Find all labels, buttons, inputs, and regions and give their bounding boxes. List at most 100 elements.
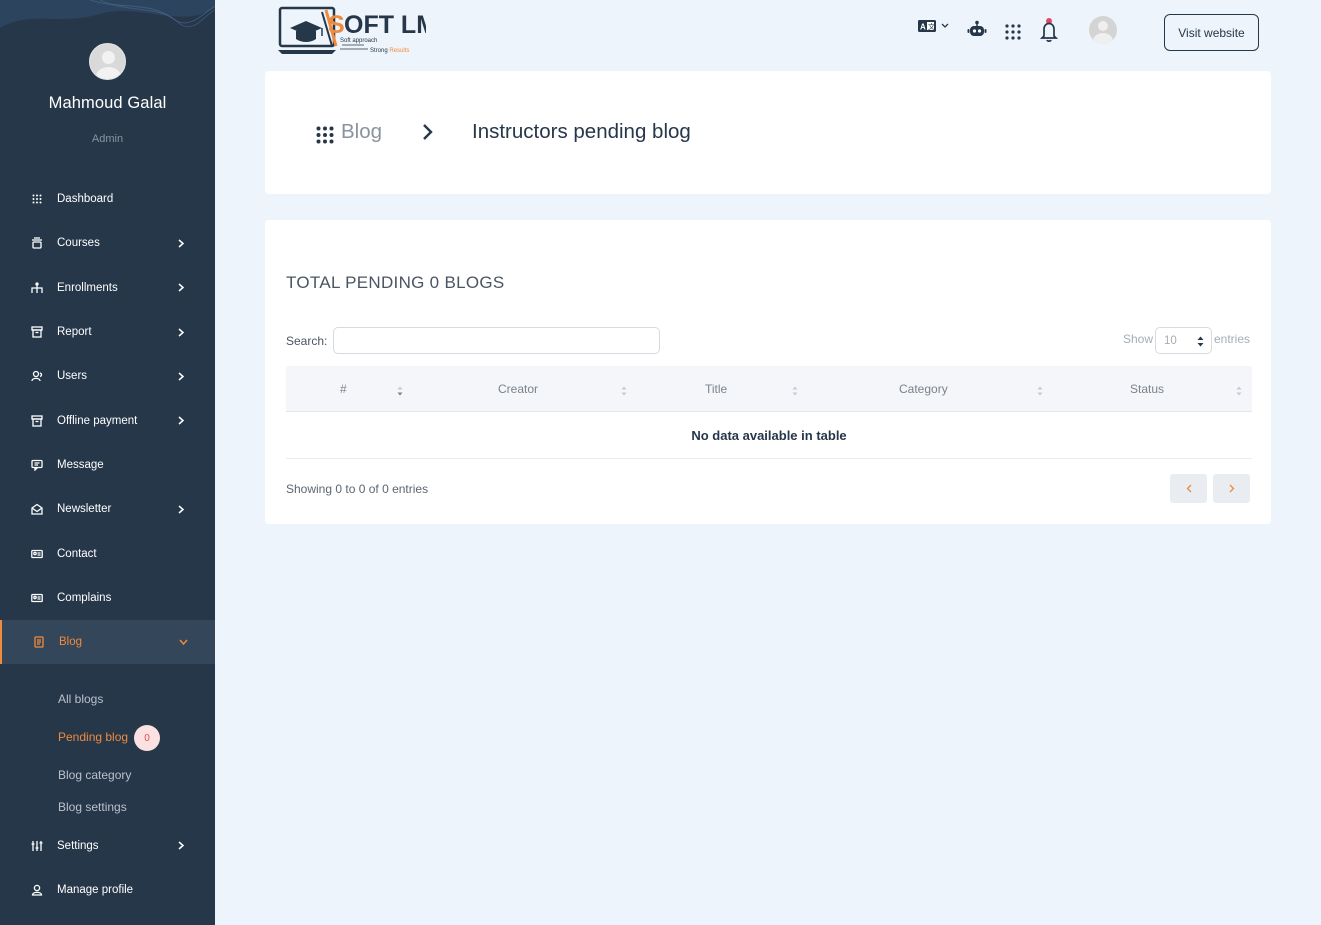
select-sort-arrows-icon xyxy=(1197,336,1204,347)
sidebar-item-courses[interactable]: Courses xyxy=(0,221,215,265)
sidebar-item-complains[interactable]: Complains xyxy=(0,576,215,620)
svg-text:Soft approach: Soft approach xyxy=(340,38,377,44)
section-heading: TOTAL PENDING 0 BLOGS xyxy=(286,273,505,292)
contact-icon xyxy=(30,547,44,561)
apps-button[interactable] xyxy=(1005,24,1021,45)
sidebar-profile: Mahmoud Galal Admin xyxy=(0,43,215,145)
show-label: Show xyxy=(1123,332,1154,346)
sidebar-item-label: Courses xyxy=(57,237,100,250)
chevron-right-icon xyxy=(176,416,186,426)
sort-icon[interactable] xyxy=(1236,383,1242,396)
apps-grid-icon xyxy=(1005,24,1021,44)
sidebar-item-label: Complains xyxy=(57,591,112,604)
breadcrumb-parent-link[interactable]: Blog xyxy=(341,120,382,144)
search-input[interactable] xyxy=(333,327,660,354)
sidebar-bottom-menu: Settings Manage profile xyxy=(0,824,215,913)
blog-icon xyxy=(32,635,46,649)
sidebar-item-label: Message xyxy=(57,458,104,471)
chevron-right-icon xyxy=(176,371,186,381)
column-header-category[interactable]: Category xyxy=(899,382,948,396)
entries-label: entries xyxy=(1214,332,1251,346)
column-header-title[interactable]: Title xyxy=(705,382,727,396)
submenu-item-pending-blog[interactable]: Pending blog xyxy=(58,730,128,744)
sidebar-item-settings[interactable]: Settings xyxy=(0,824,215,868)
page-title: Instructors pending blog xyxy=(472,120,691,143)
sidebar-item-newsletter[interactable]: Newsletter xyxy=(0,487,215,531)
breadcrumb-card: Blog Instructors pending blog xyxy=(265,71,1271,194)
profile-icon xyxy=(30,883,44,897)
submenu-item-all-blogs[interactable]: All blogs xyxy=(58,692,103,706)
grid-dots-icon xyxy=(316,126,334,144)
sidebar-item-manage-profile[interactable]: Manage profile xyxy=(0,868,215,912)
visit-website-button[interactable]: Visit website xyxy=(1164,14,1259,51)
sidebar-item-label: Dashboard xyxy=(57,193,114,206)
chevron-left-icon xyxy=(1186,481,1192,496)
sidebar-item-label: Manage profile xyxy=(57,883,134,896)
submenu-item-blog-settings[interactable]: Blog settings xyxy=(58,800,127,814)
sidebar-item-label: Blog xyxy=(59,636,83,649)
complains-icon xyxy=(30,591,44,605)
report-icon xyxy=(30,325,44,339)
offline-payment-icon xyxy=(30,414,44,428)
sidebar-item-label: Settings xyxy=(57,839,99,852)
language-switcher[interactable]: A 文 xyxy=(917,18,951,39)
sidebar-item-label: Contact xyxy=(57,547,97,560)
soft-lms-logo[interactable]: S OFT LMS Soft approach Strong Results xyxy=(278,6,454,56)
entries-per-page-select[interactable]: 10 xyxy=(1155,327,1212,354)
sidebar-item-dashboard[interactable]: Dashboard xyxy=(0,177,215,221)
admin-role: Admin xyxy=(91,133,124,145)
newsletter-icon xyxy=(30,502,44,516)
sidebar-item-enrollments[interactable]: Enrollments xyxy=(0,266,215,310)
courses-icon xyxy=(30,236,44,250)
admin-avatar[interactable] xyxy=(89,43,126,80)
sidebar-item-message[interactable]: Message xyxy=(0,443,215,487)
next-page-button[interactable] xyxy=(1213,474,1250,503)
logo-text: OFT LMS xyxy=(344,11,426,39)
notification-bell-icon xyxy=(1039,18,1059,47)
sidebar-item-label: Enrollments xyxy=(57,281,118,294)
column-header-creator[interactable]: Creator xyxy=(498,382,538,396)
table-empty-row: No data available in table xyxy=(286,412,1252,459)
user-avatar[interactable] xyxy=(1089,16,1117,44)
sidebar-menu: Dashboard Courses Enrollments Report Use… xyxy=(0,177,215,665)
pending-blogs-card: TOTAL PENDING 0 BLOGS Search: Show 10 en… xyxy=(265,220,1271,524)
search-label: Search: xyxy=(286,334,328,348)
chevron-right-icon xyxy=(1229,481,1235,496)
sort-icon[interactable] xyxy=(397,383,403,396)
table-info: Showing 0 to 0 of 0 entries xyxy=(286,482,429,496)
sidebar-item-label: Report xyxy=(57,326,92,339)
sidebar-item-blog[interactable]: Blog xyxy=(0,619,215,665)
chevron-right-icon xyxy=(421,123,435,141)
enrollments-icon xyxy=(30,281,44,295)
sort-icon[interactable] xyxy=(792,383,798,396)
robot-icon xyxy=(967,20,987,42)
chevron-right-icon xyxy=(176,283,186,293)
notification-button[interactable] xyxy=(1039,17,1059,48)
robot-button[interactable] xyxy=(967,20,987,43)
sidebar-item-label: Users xyxy=(57,370,88,383)
sort-icon[interactable] xyxy=(621,383,627,396)
svg-text:A: A xyxy=(920,23,926,32)
dashboard-grid-icon xyxy=(30,192,44,206)
sidebar-item-label: Newsletter xyxy=(57,503,112,516)
entries-select-value: 10 xyxy=(1164,334,1177,347)
svg-text:Strong Results: Strong Results xyxy=(370,48,409,54)
language-icon: A 文 xyxy=(917,20,951,38)
chevron-right-icon xyxy=(176,327,186,337)
chevron-down-icon xyxy=(178,637,188,647)
sidebar-item-offline-payment[interactable]: Offline payment xyxy=(0,398,215,442)
column-header-number[interactable]: # xyxy=(340,382,347,396)
sort-icon[interactable] xyxy=(1037,383,1043,396)
pending-count-badge: 0 xyxy=(134,725,160,751)
sidebar-item-report[interactable]: Report xyxy=(0,310,215,354)
sidebar-decoration xyxy=(0,0,215,28)
sidebar-item-users[interactable]: Users xyxy=(0,354,215,398)
chevron-right-icon xyxy=(176,504,186,514)
submenu-item-blog-category[interactable]: Blog category xyxy=(58,768,131,782)
sidebar-item-contact[interactable]: Contact xyxy=(0,531,215,575)
previous-page-button[interactable] xyxy=(1170,474,1207,503)
users-icon xyxy=(30,369,44,383)
sidebar: Mahmoud Galal Admin Dashboard Courses En… xyxy=(0,0,215,925)
chevron-right-icon xyxy=(176,238,186,248)
column-header-status[interactable]: Status xyxy=(1130,382,1164,396)
